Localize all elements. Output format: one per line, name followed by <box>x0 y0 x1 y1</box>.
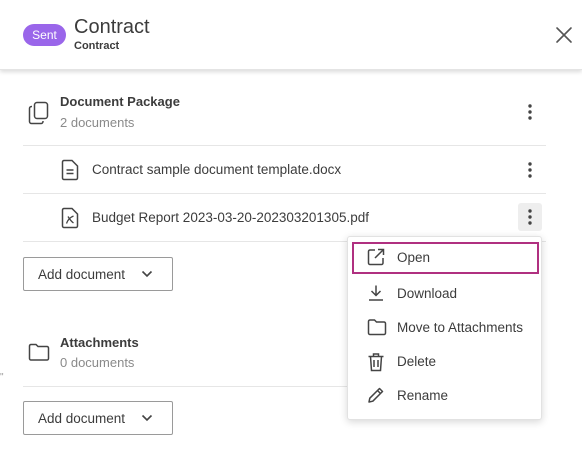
add-document-label: Add document <box>38 267 126 282</box>
menu-item-label: Move to Attachments <box>397 320 524 335</box>
menu-item-open[interactable]: Open <box>352 242 539 274</box>
add-document-label: Add document <box>38 411 126 426</box>
document-icon <box>61 159 79 181</box>
more-options-icon[interactable] <box>518 203 542 231</box>
pdf-icon <box>61 207 79 229</box>
divider <box>23 193 546 194</box>
section-count: 0 documents <box>60 355 135 370</box>
panel-header: Sent Contract Contract <box>0 0 582 70</box>
menu-item-label: Rename <box>397 388 449 403</box>
close-icon[interactable] <box>552 23 576 47</box>
more-options-icon[interactable] <box>518 156 542 184</box>
pencil-icon <box>368 387 384 403</box>
trash-icon <box>368 353 384 372</box>
more-options-icon[interactable] <box>518 98 542 126</box>
context-menu: Open Download Move to Attachments Delete… <box>347 236 542 420</box>
divider <box>23 386 349 387</box>
folder-icon <box>28 343 50 361</box>
open-external-icon <box>367 248 385 266</box>
copy-documents-icon <box>28 101 49 125</box>
menu-item-label: Download <box>397 286 458 301</box>
side-mark: " <box>0 372 4 383</box>
status-badge: Sent <box>23 24 66 46</box>
page-title: Contract <box>74 16 150 38</box>
chevron-down-icon <box>141 270 153 278</box>
page-subtitle: Contract <box>74 40 120 52</box>
add-document-button[interactable]: Add document <box>23 257 173 291</box>
file-name: Contract sample document template.docx <box>92 162 342 177</box>
menu-item-rename[interactable]: Rename <box>352 380 539 412</box>
folder-icon <box>367 319 387 336</box>
file-name: Budget Report 2023-03-20-202303201305.pd… <box>92 210 369 225</box>
menu-item-delete[interactable]: Delete <box>352 346 539 378</box>
menu-item-move-to-attachments[interactable]: Move to Attachments <box>352 312 539 344</box>
menu-item-download[interactable]: Download <box>352 278 539 310</box>
menu-item-label: Open <box>397 250 431 265</box>
section-count: 2 documents <box>60 115 135 130</box>
section-title: Document Package <box>60 94 180 109</box>
download-icon <box>369 285 383 301</box>
add-document-button[interactable]: Add document <box>23 401 173 435</box>
divider <box>23 145 546 146</box>
chevron-down-icon <box>141 414 153 422</box>
section-title: Attachments <box>60 335 139 350</box>
menu-item-label: Delete <box>397 354 437 369</box>
